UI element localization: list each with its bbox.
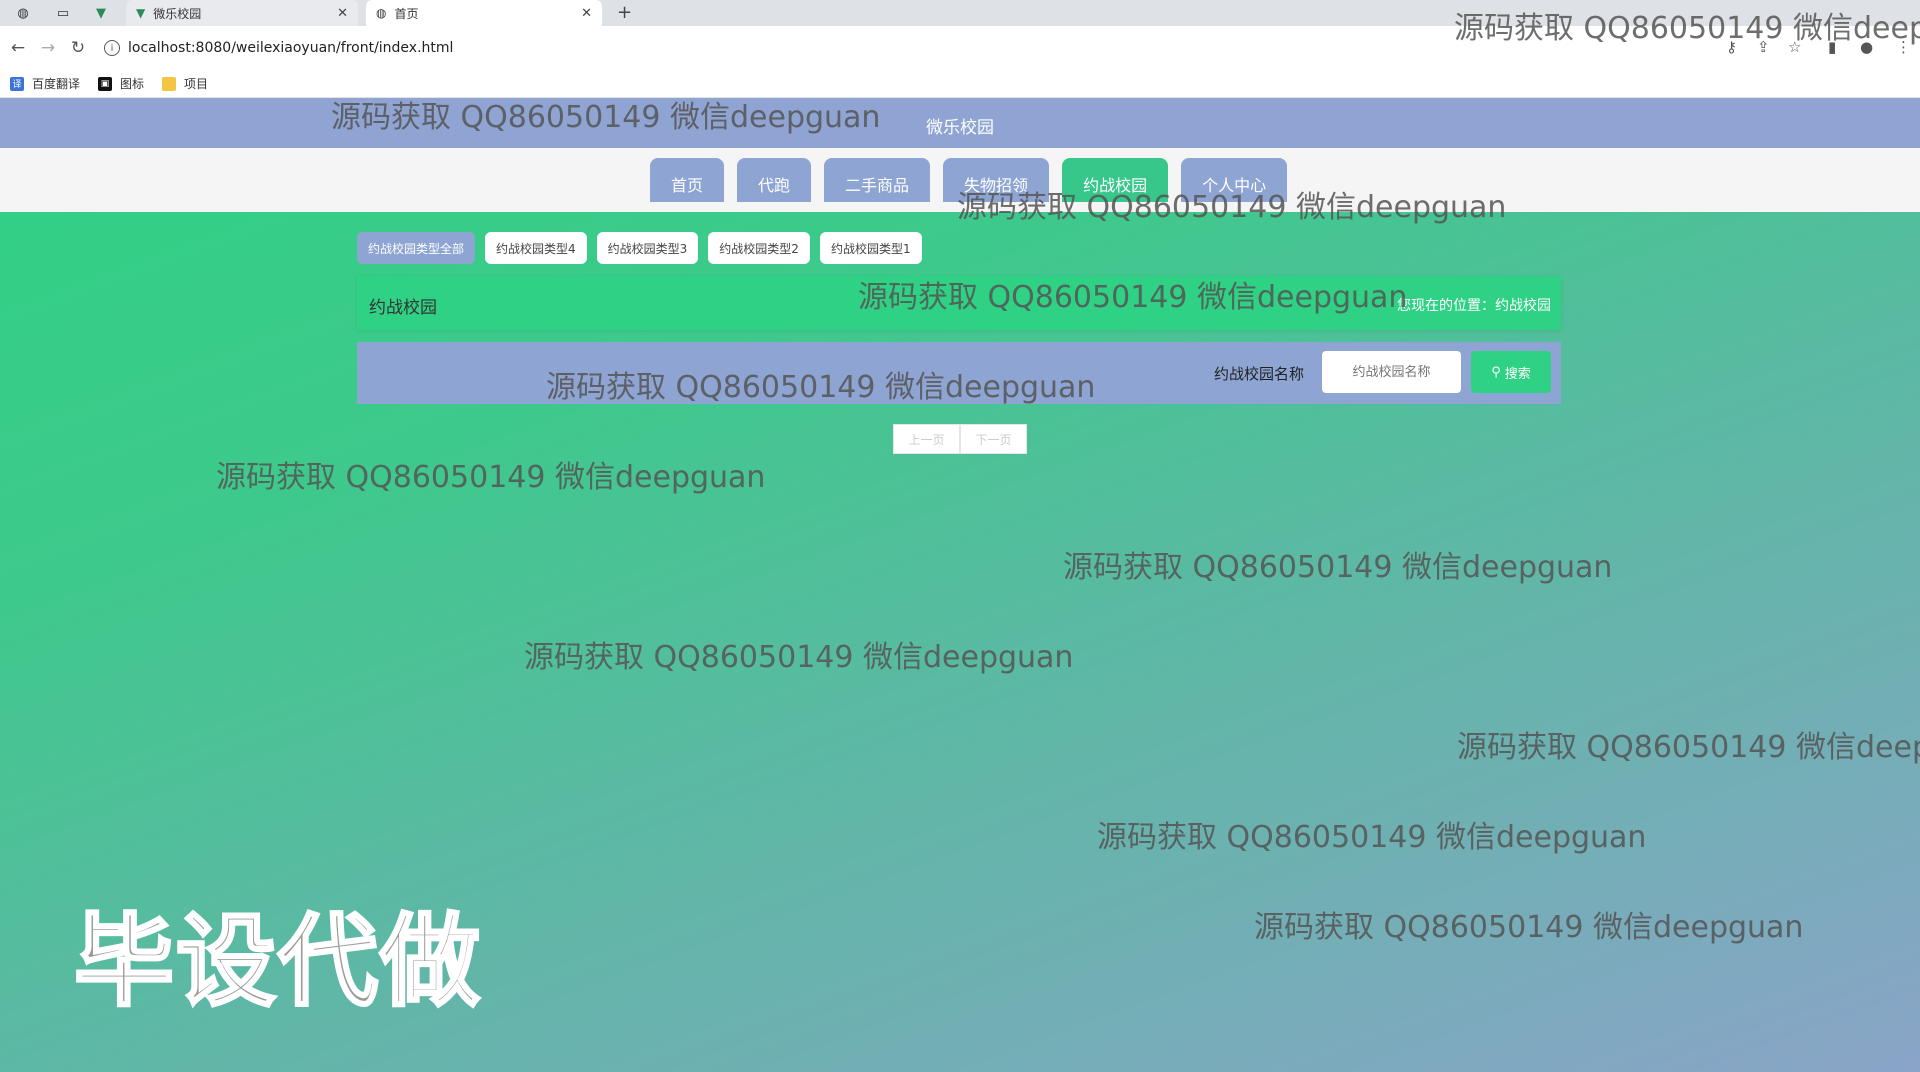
big-watermark: 毕设代做 [73, 902, 482, 1022]
close-icon[interactable]: ✕ [581, 6, 592, 21]
vue-icon: ▼ [136, 6, 146, 20]
filter-type-4[interactable]: 约战校园类型4 [485, 232, 587, 264]
search-button[interactable]: ⚲ 搜索 [1471, 351, 1551, 393]
tab-label: 首页 [394, 6, 419, 21]
filter-type-2[interactable]: 约战校园类型2 [708, 232, 810, 264]
pagination: 上一页 下一页 [893, 424, 1027, 454]
search-icon: ⚲ [1491, 364, 1501, 380]
url-field[interactable]: i localhost:8080/weilexiaoyuan/front/ind… [104, 34, 453, 62]
translate-icon: 译 [10, 76, 24, 91]
tab-label: 微乐校园 [153, 6, 202, 21]
blank-tab-icon[interactable]: ▭ [54, 4, 72, 22]
site-header: 微乐校园 [0, 98, 1920, 148]
image-icon: ▣ [98, 76, 113, 91]
new-tab-icon[interactable]: + [617, 2, 632, 23]
section-title: 约战校园 [369, 298, 437, 318]
search-label: 约战校园名称 [1214, 365, 1305, 383]
bookmark-label: 项目 [184, 77, 209, 91]
nav-home[interactable]: 首页 [650, 158, 725, 202]
close-icon[interactable]: ✕ [337, 6, 348, 21]
tab-home[interactable]: ◍ 首页 ✕ [366, 0, 602, 26]
watermark-text: 源码获取 QQ86050149 微信deepguan [331, 100, 881, 135]
tab-weile[interactable]: ▼ 微乐校园 ✕ [126, 0, 358, 26]
search-input[interactable] [1322, 351, 1461, 393]
search-button-label: 搜索 [1504, 366, 1531, 382]
filter-type-1[interactable]: 约战校园类型1 [819, 232, 922, 264]
watermark-text: 源码获取 QQ86050149 微信deepguan [216, 460, 766, 495]
filter-type-3[interactable]: 约战校园类型3 [596, 232, 699, 264]
site-title: 微乐校园 [926, 118, 994, 138]
location-text: 您现在的位置：约战校园 [1397, 298, 1551, 314]
bookmark-icons[interactable]: ▣ 图标 [98, 75, 144, 92]
filter-all[interactable]: 约战校园类型全部 [357, 232, 476, 264]
globe-icon: ◍ [376, 6, 387, 20]
watermark-text: 源码获取 QQ86050149 微信deepguan [1254, 910, 1804, 945]
reload-icon[interactable]: ↻ [66, 38, 90, 58]
forward-icon[interactable]: → [36, 38, 60, 58]
nav-secondhand[interactable]: 二手商品 [824, 158, 931, 202]
watermark-text: 源码获取 QQ86050149 微信deepguan [1063, 550, 1613, 585]
bookmarks-bar: 译 百度翻译 ▣ 图标 项目 [0, 70, 1920, 98]
vue-icon[interactable]: ▼ [92, 4, 110, 22]
watermark-text: 源码获取 QQ86050149 微信deep [1457, 730, 1920, 765]
prev-page-button[interactable]: 上一页 [893, 424, 960, 454]
nav-errand[interactable]: 代跑 [737, 158, 812, 202]
bookmark-label: 图标 [120, 77, 145, 91]
globe-icon[interactable]: ◍ [14, 4, 32, 22]
watermark-text: 源码获取 QQ86050149 微信deepguan [546, 370, 1096, 405]
folder-icon [162, 76, 177, 91]
watermark-text: 源码获取 QQ86050149 微信deepguan [524, 640, 1074, 675]
bookmark-baidu-translate[interactable]: 译 百度翻译 [10, 75, 80, 92]
bookmark-label: 百度翻译 [32, 77, 81, 91]
back-icon[interactable]: ← [6, 38, 30, 58]
url-text: localhost:8080/weilexiaoyuan/front/index… [128, 40, 454, 56]
watermark-text: 源码获取 QQ86050149 微信deepguan [1097, 820, 1647, 855]
watermark-text: 源码获取 QQ86050149 微信deepguan [858, 280, 1408, 315]
info-icon[interactable]: i [104, 40, 120, 56]
next-page-button[interactable]: 下一页 [960, 424, 1027, 454]
bookmark-project[interactable]: 项目 [162, 75, 208, 92]
watermark-text: 源码获取 QQ86050149 微信deep [1454, 11, 1920, 46]
watermark-text: 源码获取 QQ86050149 微信deepguan [957, 190, 1507, 225]
type-filters: 约战校园类型全部 约战校园类型4 约战校园类型3 约战校园类型2 约战校园类型1 [357, 232, 922, 264]
